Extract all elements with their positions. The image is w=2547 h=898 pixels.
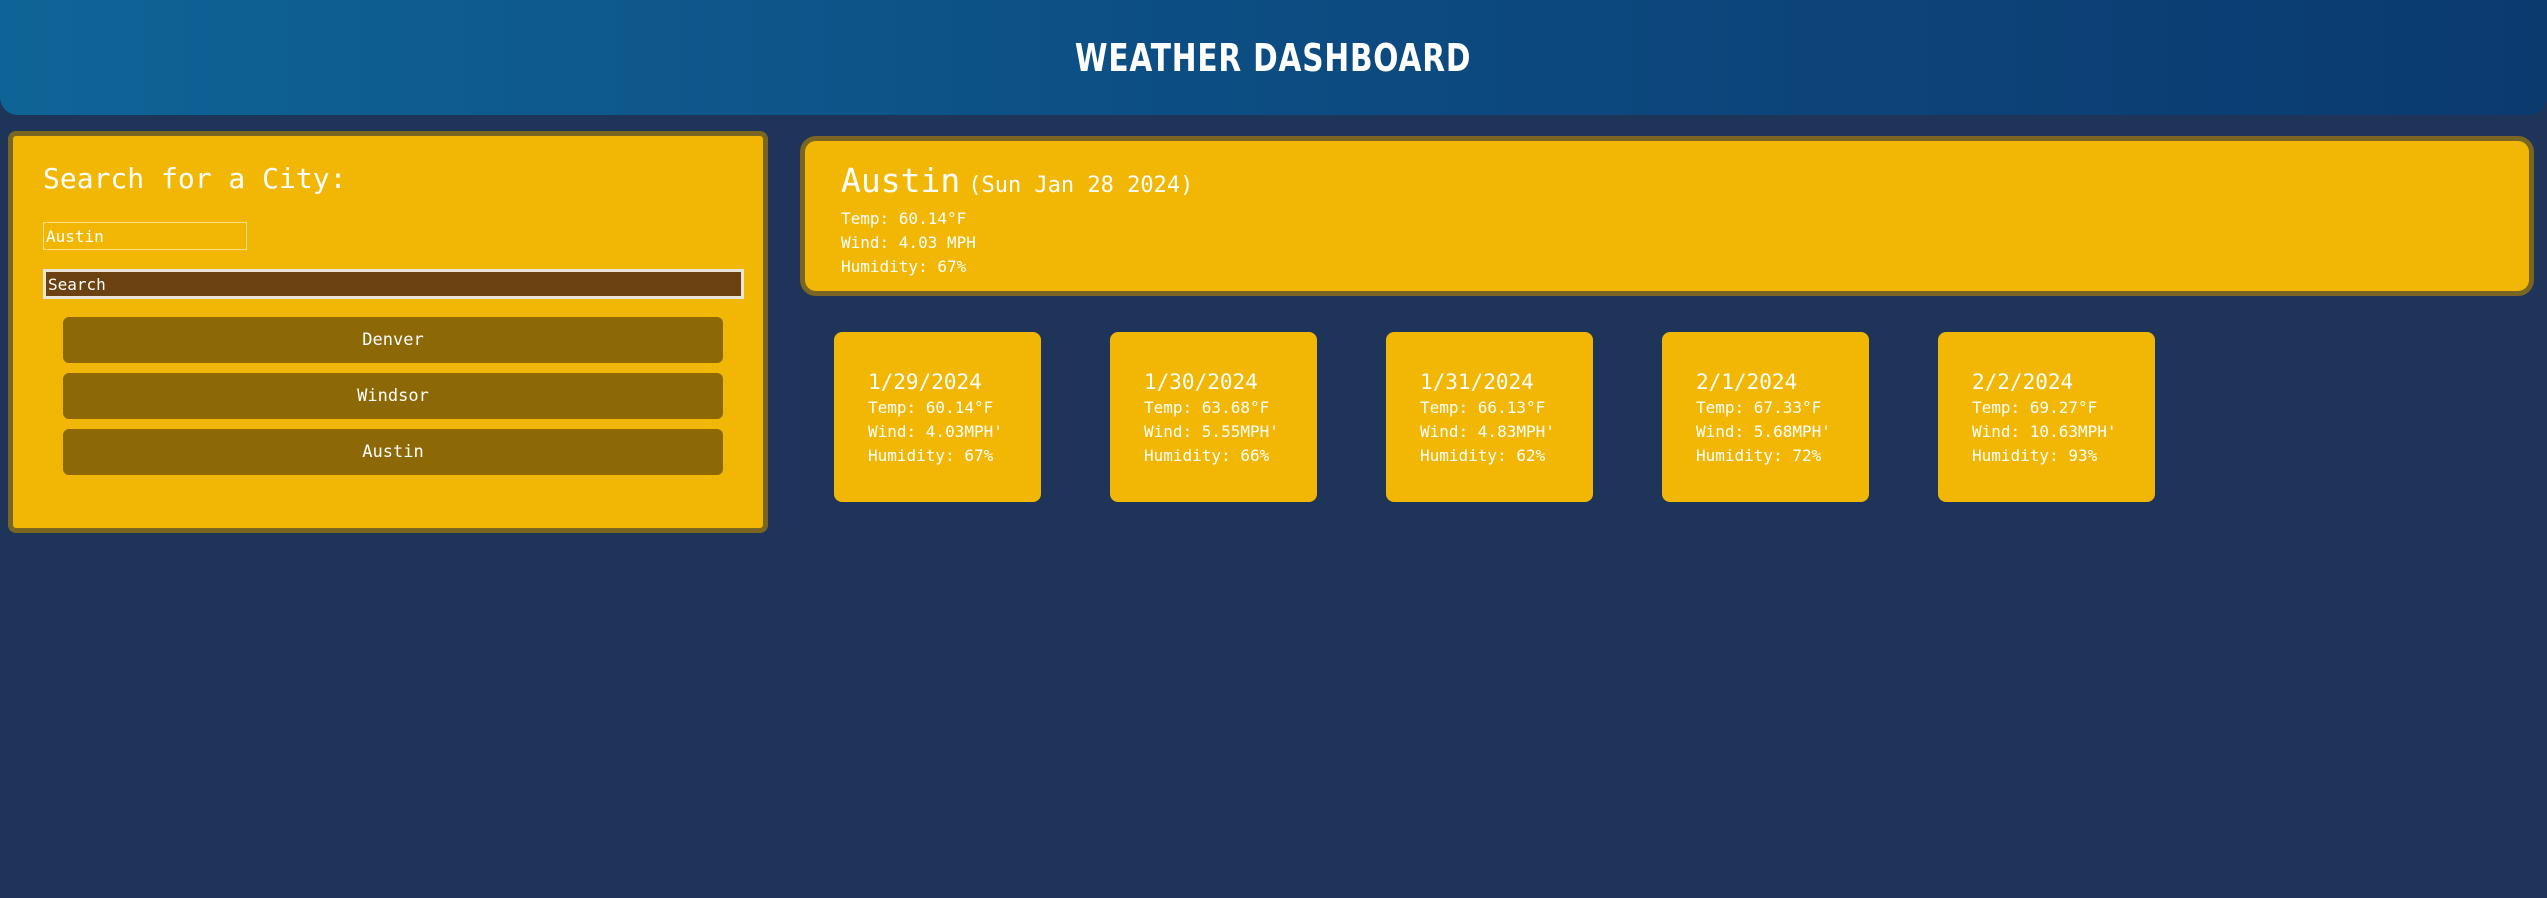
current-weather-card: Austin (Sun Jan 28 2024) Temp: 60.14°F Wi… (800, 136, 2534, 296)
search-button[interactable]: Search (43, 269, 744, 299)
current-date: (Sun Jan 28 2024) (968, 173, 1194, 198)
forecast-date: 2/2/2024 (1972, 370, 2074, 394)
forecast-date: 1/29/2024 (868, 370, 982, 394)
forecast-temp: Temp: 69.27°F (1972, 398, 2098, 417)
forecast-humidity: Humidity: 72% (1696, 446, 1822, 465)
forecast-date: 1/30/2024 (1144, 370, 1258, 394)
forecast-wind: Wind: 5.55MPH' (1144, 422, 1279, 441)
forecast-humidity: Humidity: 67% (868, 446, 994, 465)
forecast-card: 1/30/2024 Temp: 63.68°F Wind: 5.55MPH' H… (1110, 332, 1317, 502)
current-wind: Wind: 4.03 MPH (841, 233, 976, 252)
forecast-wind: Wind: 5.68MPH' (1696, 422, 1831, 441)
forecast-temp: Temp: 60.14°F (868, 398, 994, 417)
forecast-temp: Temp: 66.13°F (1420, 398, 1546, 417)
city-search-input[interactable] (43, 222, 247, 250)
page-header: WEATHER DASHBOARD (0, 0, 2547, 115)
current-humidity: Humidity: 67% (841, 257, 967, 276)
forecast-date: 2/1/2024 (1696, 370, 1798, 394)
forecast-humidity: Humidity: 66% (1144, 446, 1270, 465)
forecast-temp: Temp: 63.68°F (1144, 398, 1270, 417)
current-weather-title: Austin (Sun Jan 28 2024) (841, 161, 1193, 200)
search-heading: Search for a City: (43, 162, 347, 195)
forecast-card: 1/29/2024 Temp: 60.14°F Wind: 4.03MPH' H… (834, 332, 1041, 502)
forecast-card: 2/1/2024 Temp: 67.33°F Wind: 5.68MPH' Hu… (1662, 332, 1869, 502)
forecast-wind: Wind: 4.03MPH' (868, 422, 1003, 441)
forecast-wind: Wind: 4.83MPH' (1420, 422, 1555, 441)
page-title: WEATHER DASHBOARD (1075, 35, 1472, 80)
forecast-temp: Temp: 67.33°F (1696, 398, 1822, 417)
forecast-wind: Wind: 10.63MPH' (1972, 422, 2117, 441)
forecast-humidity: Humidity: 93% (1972, 446, 2098, 465)
current-temp: Temp: 60.14°F (841, 209, 967, 228)
forecast-humidity: Humidity: 62% (1420, 446, 1546, 465)
forecast-card: 1/31/2024 Temp: 66.13°F Wind: 4.83MPH' H… (1386, 332, 1593, 502)
five-day-forecast: 1/29/2024 Temp: 60.14°F Wind: 4.03MPH' H… (0, 332, 2547, 502)
current-city-name: Austin (841, 161, 961, 200)
current-weather-stats: Temp: 60.14°F Wind: 4.03 MPH Humidity: 6… (841, 207, 976, 279)
forecast-card: 2/2/2024 Temp: 69.27°F Wind: 10.63MPH' H… (1938, 332, 2155, 502)
forecast-date: 1/31/2024 (1420, 370, 1534, 394)
